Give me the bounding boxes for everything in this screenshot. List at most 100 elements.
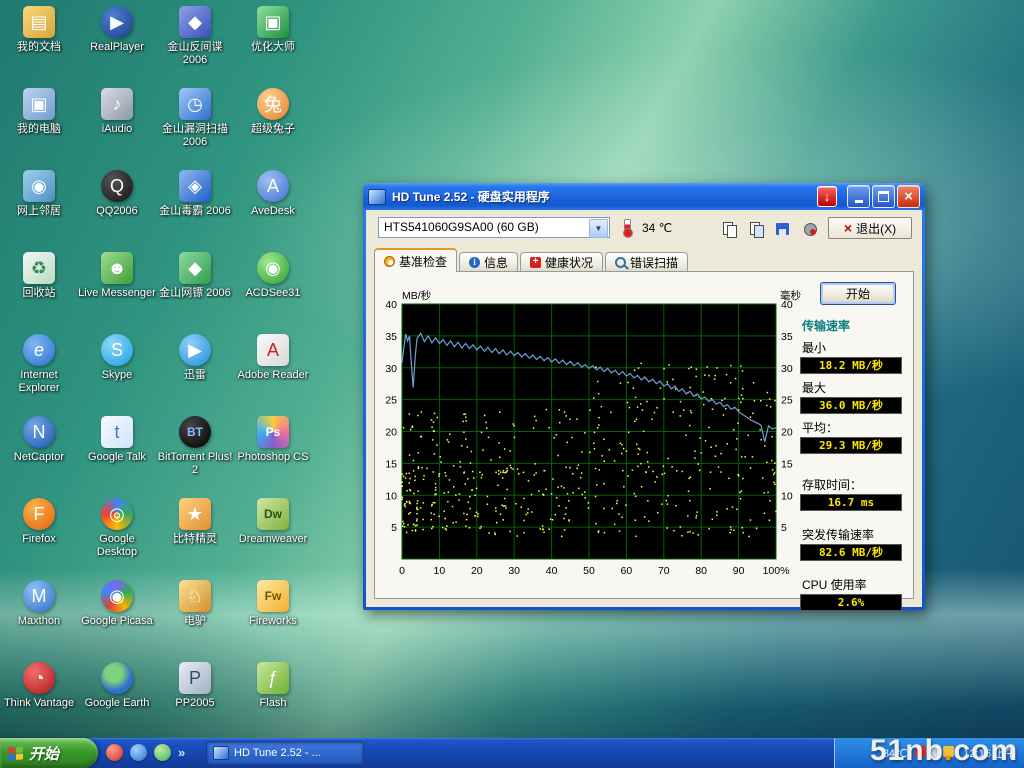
desktop-icon-google-talk[interactable]: tGoogle Talk [78, 416, 156, 464]
tray-volume-icon[interactable] [929, 746, 940, 757]
desktop-icon-think-vantage[interactable]: ◔ Think Vantage [0, 662, 78, 710]
desktop-icon-label: NetCaptor [0, 451, 78, 464]
thermometer-icon [624, 219, 631, 236]
desktop-icon-live-messenger[interactable]: ☻Live Messenger [78, 252, 156, 300]
tab-health[interactable]: +健康状况 [520, 252, 603, 272]
chevron-down-icon[interactable] [589, 219, 608, 238]
window-body: HTS541060G9SA00 (60 GB) 34 ℃ 退出(X) 基准检查i… [366, 210, 922, 607]
google-picasa-icon: ◉ [101, 580, 133, 612]
desktop-icon-network-places[interactable]: ◉网上邻居 [0, 170, 78, 218]
svg-text:20: 20 [385, 427, 397, 439]
desktop-icon-label: Flash [234, 697, 312, 710]
desktop-icon-label: Live Messenger [78, 287, 156, 300]
desktop-icon-acdsee[interactable]: ◉ACDSee31 [234, 252, 312, 300]
desktop-icon-google-earth[interactable]: Google Earth [78, 662, 156, 710]
maximize-button[interactable] [872, 185, 895, 208]
tab-label: 健康状况 [545, 254, 593, 271]
desktop-icon-fireworks[interactable]: FwFireworks [234, 580, 312, 628]
desktop-icon-label: 比特精灵 [156, 533, 234, 546]
desktop-icon-adobe-reader[interactable]: AAdobe Reader [234, 334, 312, 382]
realplayer-icon: ▶ [101, 6, 133, 38]
svg-text:5: 5 [781, 522, 787, 534]
minimize-button[interactable] [847, 185, 870, 208]
titlebar-download-arrow-button[interactable] [817, 186, 837, 207]
copy-text-button[interactable] [716, 217, 742, 241]
tab-error-scan[interactable]: 错误扫描 [605, 252, 688, 272]
quick-launch-overflow-icon[interactable]: » [178, 745, 185, 760]
super-rabbit-icon: 兔 [257, 88, 289, 120]
taskbar-task-hdtune[interactable]: HD Tune 2.52 - ... [206, 741, 364, 765]
desktop-icon-emule[interactable]: ♘电驴 [156, 580, 234, 628]
netcaptor-icon: N [23, 416, 55, 448]
desktop-icon-photoshop-cs[interactable]: PsPhotoshop CS [234, 416, 312, 464]
titlebar[interactable]: HD Tune 2.52 - 硬盘实用程序 [363, 183, 925, 210]
fireworks-icon: Fw [257, 580, 289, 612]
desktop-icon-realplayer[interactable]: ▶RealPlayer [78, 6, 156, 54]
desktop-icon-google-picasa[interactable]: ◉Google Picasa [78, 580, 156, 628]
desktop-icon-avedesk[interactable]: AAveDesk [234, 170, 312, 218]
svg-text:25: 25 [781, 395, 793, 407]
tab-benchmark[interactable]: 基准检查 [374, 248, 457, 272]
desktop-icon-bitspirit[interactable]: ★ 比特精灵 [156, 498, 234, 546]
desktop-icon-iaudio[interactable]: ♪iAudio [78, 88, 156, 136]
desktop-icon-maxthon[interactable]: M Maxthon [0, 580, 78, 628]
think-vantage-icon: ◔ [23, 662, 55, 694]
desktop-icon-label: Maxthon [0, 615, 78, 628]
options-button[interactable] [797, 217, 823, 241]
desktop-icon-label: Skype [78, 369, 156, 382]
scan-icon [615, 257, 626, 268]
desktop-icon-kingsoft-duba[interactable]: ◈金山毒霸 2006 [156, 170, 234, 218]
close-button[interactable] [897, 185, 920, 208]
desktop-icon-netcaptor[interactable]: N NetCaptor [0, 416, 78, 464]
desktop-icon-label: 金山反间谍 2006 [156, 41, 234, 66]
desktop-icon-youhua-dashi[interactable]: ▣优化大师 [234, 6, 312, 54]
desktop-icon-label: Dreamweaver [234, 533, 312, 546]
desktop-icon-my-computer[interactable]: ▣我的电脑 [0, 88, 78, 136]
quick-launch-mail-icon[interactable] [154, 744, 171, 761]
task-label: HD Tune 2.52 - ... [234, 747, 321, 759]
desktop-icon-label: Think Vantage [0, 697, 78, 710]
desktop-icon-label: 金山网镖 2006 [156, 287, 234, 300]
quick-launch-browser-icon[interactable] [106, 744, 123, 761]
start-button[interactable]: 开始 [0, 738, 98, 768]
desktop-icon-skype[interactable]: SSkype [78, 334, 156, 382]
desktop-icon-bittorrent-plus[interactable]: BTBitTorrent Plus! 2 [156, 416, 234, 476]
tray-temp-monitor-icon[interactable] [943, 746, 954, 757]
hdtune-window: HD Tune 2.52 - 硬盘实用程序 HTS541060G9SA00 (6… [363, 183, 925, 610]
drive-select[interactable]: HTS541060G9SA00 (60 GB) [378, 217, 610, 238]
desktop-icon-pp2005[interactable]: PPP2005 [156, 662, 234, 710]
desktop-icon-flash[interactable]: ƒFlash [234, 662, 312, 710]
desktop-icon-label: QQ2006 [78, 205, 156, 218]
desktop-icon-dreamweaver[interactable]: DwDreamweaver [234, 498, 312, 546]
desktop-icon-kingsoft-netdart[interactable]: ◆ 金山网镖 2006 [156, 252, 234, 300]
caption-buttons [815, 185, 920, 208]
desktop-icon-recycle-bin[interactable]: ♻回收站 [0, 252, 78, 300]
copy-screenshot-button[interactable] [743, 217, 769, 241]
desktop-icon-kingsoft-scan[interactable]: ◷金山漏洞扫描 2006 [156, 88, 234, 148]
desktop-icon-thunder[interactable]: ▶迅雷 [156, 334, 234, 382]
tab-info[interactable]: i信息 [459, 252, 518, 272]
desktop-icon-firefox[interactable]: FFirefox [0, 498, 78, 546]
windows-logo-icon [8, 746, 23, 760]
svg-text:毫秒: 毫秒 [780, 290, 801, 302]
desktop-icon-qq2006[interactable]: QQQ2006 [78, 170, 156, 218]
my-documents-icon: ▤ [23, 6, 55, 38]
desktop-icon-my-documents[interactable]: ▤我的文档 [0, 6, 78, 54]
google-talk-icon: t [101, 416, 133, 448]
start-benchmark-button[interactable]: 开始 [820, 282, 896, 305]
svg-text:40: 40 [385, 299, 397, 311]
tray-antivirus-icon[interactable] [915, 746, 926, 757]
desktop-icon-kingsoft-antispy[interactable]: ◆金山反间谍 2006 [156, 6, 234, 66]
desktop-icon-super-rabbit[interactable]: 兔超级兔子 [234, 88, 312, 136]
min-label: 最小 [802, 339, 916, 356]
maxthon-icon: M [23, 580, 55, 612]
save-screenshot-button[interactable] [770, 217, 796, 241]
bitspirit-icon: ★ [179, 498, 211, 530]
desktop-icon-internet-explorer[interactable]: eInternet Explorer [0, 334, 78, 394]
kingsoft-netdart-icon: ◆ [179, 252, 211, 284]
desktop-icon-google-desktop[interactable]: ◎Google Desktop [78, 498, 156, 558]
svg-text:20: 20 [471, 565, 483, 577]
exit-button[interactable]: 退出(X) [828, 217, 912, 239]
svg-text:5: 5 [391, 522, 397, 534]
quick-launch-media-icon[interactable] [130, 744, 147, 761]
